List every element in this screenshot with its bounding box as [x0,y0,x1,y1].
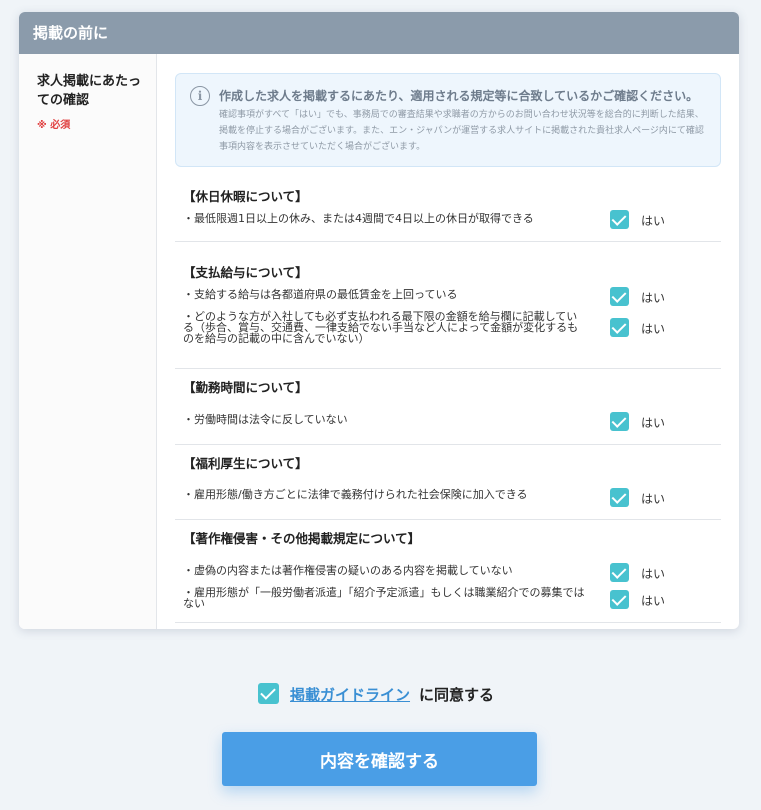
yes-label: はい [641,416,666,430]
section-title: 【福利厚生について】 [183,456,308,471]
section-title: 【勤務時間について】 [183,380,308,395]
section-salary: 【支払給与について】 ・支給する給与は各都道府県の最低賃金を上回っている はい … [175,254,721,369]
check-item-text: ・虚偽の内容または著作権侵害の疑いのある内容を掲載していない [183,564,513,577]
section-holidays: 【休日休暇について】 ・最低限週1日以上の休み、または4週間で4日以上の休日が取… [175,178,721,242]
notice-title: 作成した求人を掲載するにあたり、適用される規定等に合致しているかご確認ください。 [219,89,699,103]
yes-label: はい [641,291,666,305]
section-title: 【著作権侵害・その他掲載規定について】 [183,531,421,546]
check-item-text: ・雇用形態が「一般労働者派遣」「紹介予定派遣」もしくは職業紹介での募集ではない [183,586,585,610]
check-item-text: ・最低限週1日以上の休み、または4週間で4日以上の休日が取得できる [183,212,534,225]
confirm-button[interactable]: 内容を確認する [222,732,537,786]
checkbox-checked[interactable] [610,287,629,306]
notice-body: 確認事項がすべて「はい」でも、事務局での審査結果や求職者の方からのお問い合わせ状… [219,110,704,152]
checkbox-checked[interactable] [610,210,629,229]
check-item-text: ・労働時間は法令に反していない [183,413,348,426]
yes-label: はい [641,492,666,506]
required-badge: ※ 必須 [37,120,71,131]
yes-label: はい [641,567,666,581]
checkbox-checked[interactable] [610,563,629,582]
card-title: 掲載の前に [19,12,739,54]
agreement-text: に同意する [419,686,495,704]
agreement-checkbox[interactable] [258,683,279,704]
yes-label: はい [641,214,666,228]
label-column: 求人掲載にあたっての確認 ※ 必須 [19,54,157,629]
section-working-hours: 【勤務時間について】 ・労働時間は法令に反していない はい [175,369,721,445]
card-body: 求人掲載にあたっての確認 ※ 必須 i 作成した求人を掲載するにあたり、適用され… [19,54,739,629]
yes-label: はい [641,322,666,336]
section-benefits: 【福利厚生について】 ・雇用形態/働き方ごとに法律で義務付けられた社会保険に加入… [175,445,721,520]
section-title: 【支払給与について】 [183,265,308,280]
yes-label: はい [641,594,666,608]
checkbox-checked[interactable] [610,488,629,507]
pre-publish-card: 掲載の前に 求人掲載にあたっての確認 ※ 必須 i 作成した求人を掲載するにあた… [19,12,739,629]
checkbox-checked[interactable] [610,412,629,431]
checkbox-checked[interactable] [610,590,629,609]
checkbox-checked[interactable] [610,318,629,337]
check-item-text: ・雇用形態/働き方ごとに法律で義務付けられた社会保険に加入できる [183,488,528,501]
check-item-text: ・支給する給与は各都道府県の最低賃金を上回っている [183,288,458,301]
guideline-link[interactable]: 掲載ガイドライン [290,684,410,705]
field-label: 求人掲載にあたっての確認 [37,74,142,108]
section-copyright: 【著作権侵害・その他掲載規定について】 ・虚偽の内容または著作権侵害の疑いのある… [175,520,721,623]
section-title: 【休日休暇について】 [183,189,308,204]
info-icon: i [190,86,210,106]
notice-box: i 作成した求人を掲載するにあたり、適用される規定等に合致しているかご確認くださ… [175,73,721,167]
check-item-text: ・どのような方が入社しても必ず支払われる最下限の金額を給与欄に記載している（歩合… [183,310,579,345]
